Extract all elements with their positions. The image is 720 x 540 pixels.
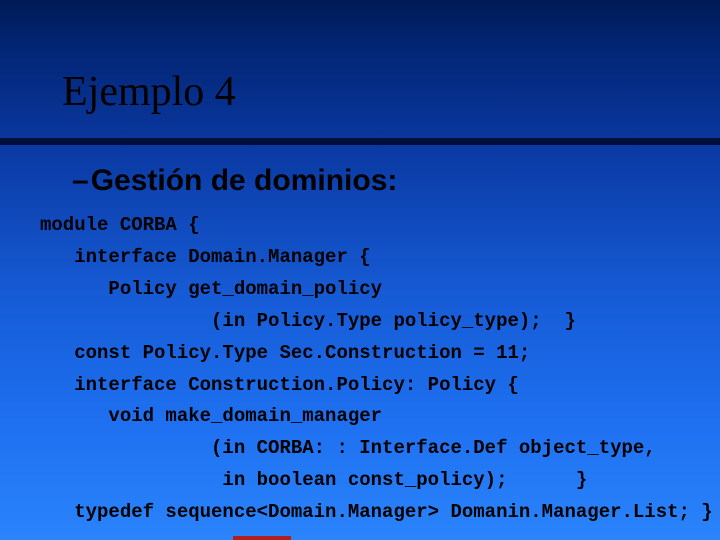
code-line: const Policy.Type Sec.Construction = 11;	[40, 342, 530, 364]
code-line: interface Construction.Policy: Policy {	[40, 374, 519, 396]
subtitle-row: – Gestión de dominios:	[72, 164, 397, 198]
code-line: in boolean const_policy); }	[40, 469, 587, 491]
code-line: void make_domain_manager	[40, 405, 382, 427]
code-line: (in CORBA: : Interface.Def object_type,	[40, 437, 656, 459]
subtitle-text: Gestión de dominios:	[91, 164, 398, 198]
code-line: typedef sequence<Domain.Manager> Domanin…	[40, 501, 713, 523]
code-line: Policy get_domain_policy	[40, 278, 382, 300]
bullet-dash: –	[72, 164, 89, 198]
code-block: module CORBA { interface Domain.Manager …	[40, 210, 690, 529]
accent-bar	[233, 536, 291, 540]
slide: Ejemplo 4 – Gestión de dominios: module …	[0, 0, 720, 540]
title-underline	[0, 138, 720, 145]
slide-title: Ejemplo 4	[62, 68, 236, 116]
code-line: (in Policy.Type policy_type); }	[40, 310, 576, 332]
code-line: module CORBA {	[40, 214, 200, 236]
code-line: interface Domain.Manager {	[40, 246, 371, 268]
